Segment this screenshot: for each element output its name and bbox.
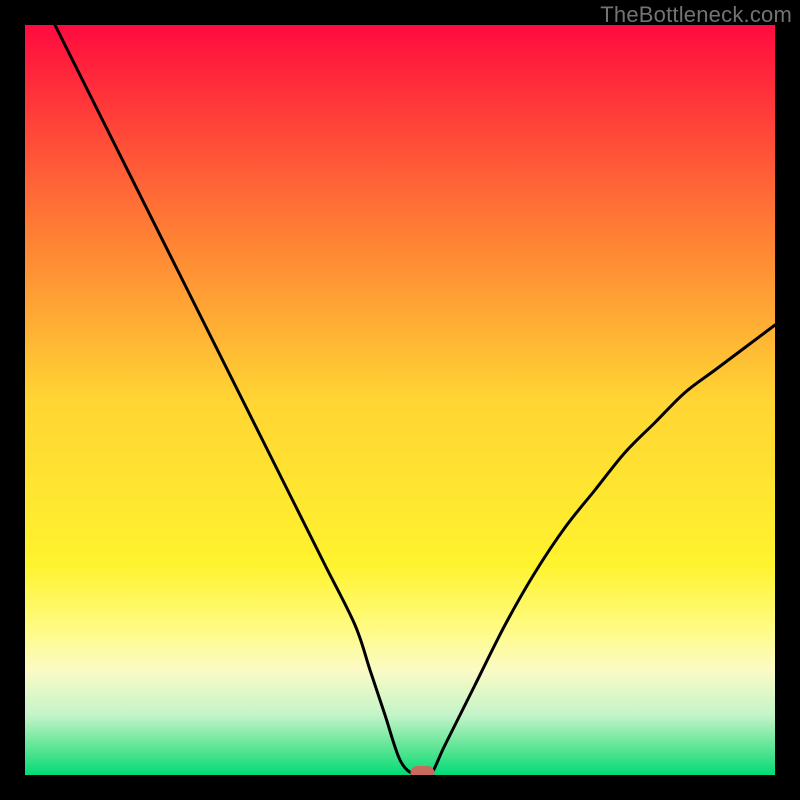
gradient-background — [25, 25, 775, 775]
bottleneck-plot — [25, 25, 775, 775]
chart-frame: TheBottleneck.com — [0, 0, 800, 800]
watermark-text: TheBottleneck.com — [600, 2, 792, 28]
optimal-marker — [411, 766, 435, 775]
plot-svg — [25, 25, 775, 775]
